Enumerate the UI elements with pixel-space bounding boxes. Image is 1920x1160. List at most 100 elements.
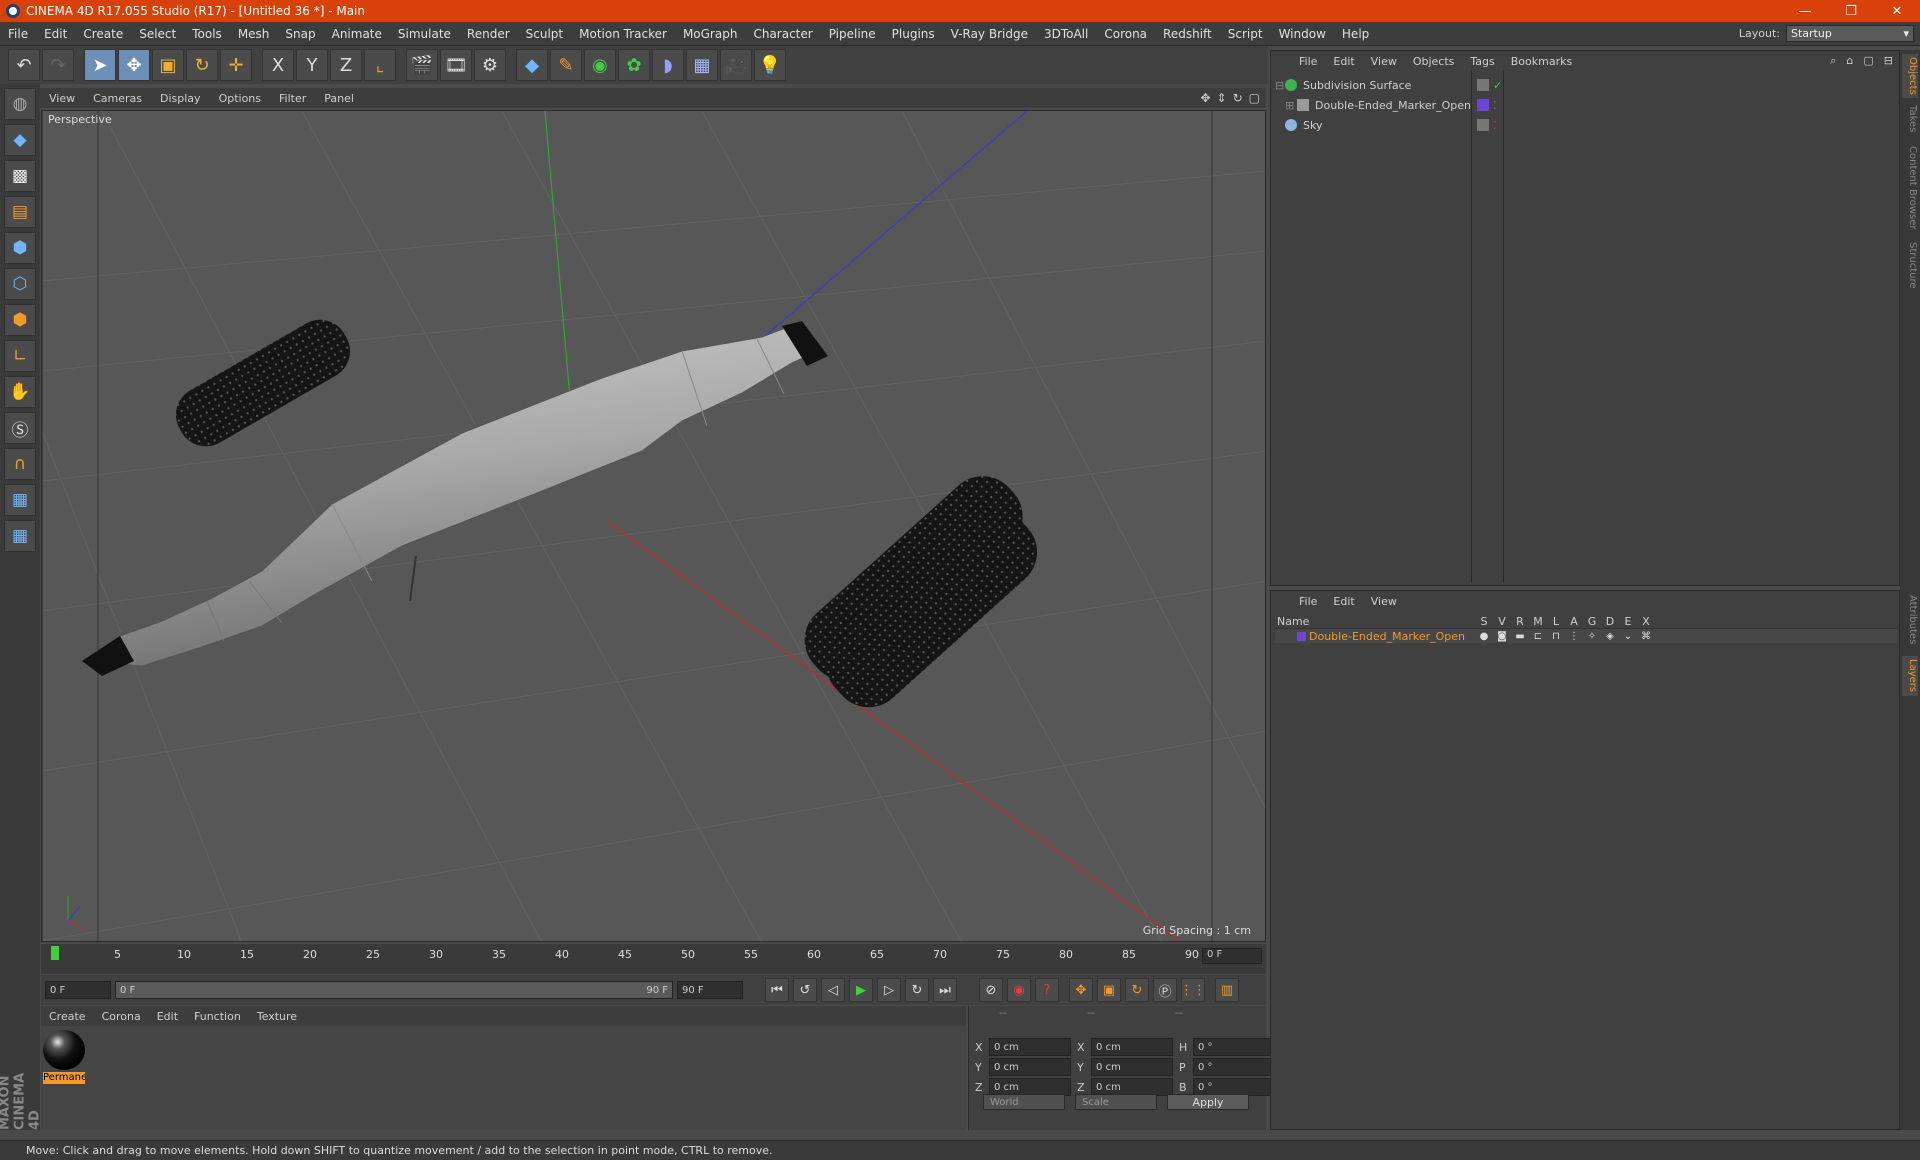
size-x-field[interactable]: 0 cm [1091,1038,1173,1056]
objects-menu-file[interactable]: File [1291,55,1325,68]
menu-animate[interactable]: Animate [324,27,390,41]
rotation-p-field[interactable]: 0 ° [1193,1058,1273,1076]
select-icon[interactable]: ➤ [84,49,116,81]
pan-icon[interactable]: ✥ [1200,91,1210,105]
render-settings-icon[interactable]: ⚙ [474,49,506,81]
layer-color-swatch[interactable] [1477,98,1489,111]
menu-render[interactable]: Render [459,27,518,41]
material-menu-corona[interactable]: Corona [94,1010,149,1023]
auto-key-icon[interactable]: ◉ [1007,978,1031,1002]
coord-transform-select[interactable]: Scale [1075,1094,1157,1110]
next-frame-icon[interactable]: ▷ [877,978,901,1002]
menu-motion-tracker[interactable]: Motion Tracker [571,27,675,41]
expand-icon[interactable]: ⊞ [1285,99,1297,112]
minimize-button[interactable]: — [1782,4,1828,19]
objects-menu-edit[interactable]: Edit [1325,55,1362,68]
cube-icon[interactable]: ◆ [516,49,548,81]
key-rotation-icon[interactable]: ↻ [1125,978,1149,1002]
menu-snap[interactable]: Snap [277,27,323,41]
menu-simulate[interactable]: Simulate [390,27,459,41]
menu-mograph[interactable]: MoGraph [675,27,746,41]
visibility-dots-icon[interactable]: ⁚ [1493,99,1497,112]
tweak-mode-icon[interactable]: ✋ [4,376,36,408]
timeline-window-icon[interactable]: ▥ [1215,978,1239,1002]
material-menu-texture[interactable]: Texture [249,1010,305,1023]
viewport-menu-view[interactable]: View [40,92,84,105]
orbit-icon[interactable]: ↻ [1233,91,1243,105]
edges-mode-icon[interactable]: ⬡ [4,268,36,300]
end-frame-field[interactable]: 90 F [677,981,743,999]
eye-icon[interactable]: ◙ [1493,631,1511,642]
go-to-start-icon[interactable]: ⏮ [765,978,789,1002]
make-editable-icon[interactable]: ◍ [4,88,36,120]
search-icon[interactable]: ⌕ [1830,54,1836,68]
object-row[interactable]: Sky ⁚ [1275,115,1897,135]
light-icon[interactable]: 💡 [754,49,786,81]
check-icon[interactable]: ✓ [1493,79,1502,92]
maximize-button[interactable]: ❐ [1828,4,1874,19]
axis-mode-icon[interactable]: ∟ [4,340,36,372]
material-menu-create[interactable]: Create [41,1010,94,1023]
side-tab-layers[interactable]: Layers [1902,656,1918,696]
previous-key-icon[interactable]: ↺ [793,978,817,1002]
world-coord-icon[interactable]: ⌞ [364,49,396,81]
expand-icon[interactable]: ⊟ [1275,79,1285,92]
play-icon[interactable]: ▶ [849,978,873,1002]
playhead[interactable] [51,946,59,960]
menu-edit[interactable]: Edit [36,27,75,41]
close-panel-icon[interactable]: ⊟ [1884,54,1893,68]
position-y-field[interactable]: 0 cm [989,1058,1071,1076]
object-row[interactable]: ⊞ Double-Ended_Marker_Open ⁚ [1275,95,1897,115]
editor-visibility-icon[interactable] [1477,118,1489,131]
menu-redshift[interactable]: Redshift [1155,27,1220,41]
snap-icon[interactable]: Ⓢ [4,412,36,444]
rotation-h-field[interactable]: 0 ° [1193,1038,1273,1056]
generator-toggle-icon[interactable]: ✧ [1583,631,1601,642]
timeline[interactable]: 0 5 10 15 20 25 30 35 40 45 50 55 60 65 … [41,944,1266,974]
menu-sculpt[interactable]: Sculpt [518,27,571,41]
menu-help[interactable]: Help [1334,27,1377,41]
menu-script[interactable]: Script [1220,27,1271,41]
menu-pipeline[interactable]: Pipeline [821,27,884,41]
material-menu-function[interactable]: Function [186,1010,249,1023]
live-select-icon[interactable]: ✛ [220,49,252,81]
frame-range-slider[interactable]: 0 F 90 F [115,981,673,999]
xref-toggle-icon[interactable]: ⌘ [1637,631,1655,642]
lock-workplane-icon[interactable]: ▦ [4,484,36,516]
y-axis-icon[interactable]: Y [296,49,328,81]
texture-mode-icon[interactable]: ▩ [4,160,36,192]
deformer-icon[interactable]: ◗ [652,49,684,81]
viewport-menu-filter[interactable]: Filter [270,92,315,105]
timeline-ruler[interactable]: 0 5 10 15 20 25 30 35 40 45 50 55 60 65 … [51,946,1201,972]
z-axis-icon[interactable]: Z [330,49,362,81]
animation-toggle-icon[interactable]: ⋮ [1565,631,1583,642]
menu-create[interactable]: Create [75,27,131,41]
material-menu-edit[interactable]: Edit [149,1010,186,1023]
lock-icon[interactable]: ⊓ [1547,631,1565,642]
model-mode-icon[interactable]: ◆ [4,124,36,156]
objects-menu-tags[interactable]: Tags [1462,55,1502,68]
side-tab-content-browser[interactable]: Content Browser [1902,142,1918,234]
render-toggle-icon[interactable]: ▬ [1511,631,1529,642]
menu-corona[interactable]: Corona [1096,27,1155,41]
objects-menu-bookmarks[interactable]: Bookmarks [1503,55,1580,68]
go-to-end-icon[interactable]: ⏭ [933,978,957,1002]
3d-viewport[interactable]: Perspective Grid Spacing : 1 cm [41,110,1266,942]
mograph-icon[interactable]: ✿ [618,49,650,81]
viewport-menu-cameras[interactable]: Cameras [84,92,151,105]
magnet-icon[interactable]: ∩ [4,448,36,480]
render-view-icon[interactable]: 🎬 [406,49,438,81]
viewport-menu-display[interactable]: Display [151,92,210,105]
subdivision-icon[interactable]: ◉ [584,49,616,81]
close-button[interactable]: ✕ [1874,4,1920,19]
side-tab-objects[interactable]: Objects [1902,54,1918,98]
deformer-toggle-icon[interactable]: ◈ [1601,631,1619,642]
manager-toggle-icon[interactable]: ⊏ [1529,631,1547,642]
menu-tools[interactable]: Tools [184,27,230,41]
layers-menu-view[interactable]: View [1363,595,1405,608]
object-row[interactable]: ⊟ Subdivision Surface ✓ [1275,75,1897,95]
menu-file[interactable]: File [0,27,36,41]
points-mode-icon[interactable]: ⬢ [4,232,36,264]
render-picture-queue-icon[interactable]: 🎞 [440,49,472,81]
pen-icon[interactable]: ✎ [550,49,582,81]
